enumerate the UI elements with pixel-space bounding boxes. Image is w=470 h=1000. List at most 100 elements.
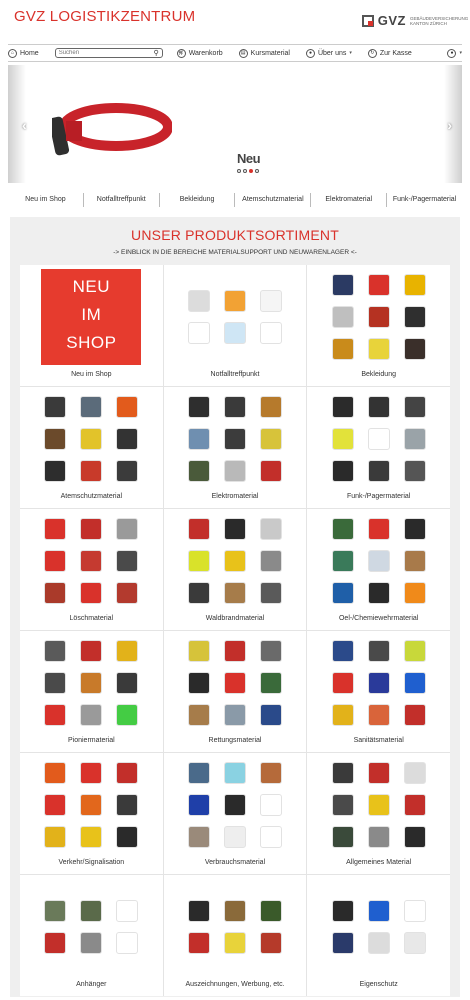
product-thumbnail <box>80 428 103 450</box>
cart-icon: 🛒︎ <box>176 48 186 58</box>
product-thumbnail <box>187 550 210 572</box>
product-tile[interactable]: Pioniermaterial <box>20 631 163 752</box>
nav-home[interactable]: ⌂ Home <box>8 48 39 58</box>
search-icon[interactable]: ⚲ <box>154 49 159 57</box>
product-thumbnail <box>80 396 103 418</box>
product-thumbnail <box>223 518 246 540</box>
product-label: Eigenschutz <box>359 981 398 988</box>
product-image <box>20 391 163 487</box>
gvz-logo[interactable]: GVZ GEBÄUDEVERSICHERUNG KANTON ZÜRICH <box>361 13 468 28</box>
product-tile[interactable]: Löschmaterial <box>20 509 163 630</box>
product-thumbnail <box>187 794 210 816</box>
product-thumbnail <box>223 794 246 816</box>
product-thumbnail <box>116 460 139 482</box>
product-thumbnail <box>367 640 390 662</box>
product-thumbnails <box>44 640 139 726</box>
product-tile[interactable]: Sanitätsmaterial <box>307 631 450 752</box>
product-thumbnail <box>80 550 103 572</box>
product-thumbnail <box>223 704 246 726</box>
account-icon: ● <box>447 48 457 58</box>
product-thumbnail <box>223 290 246 312</box>
product-thumbnail <box>259 640 282 662</box>
product-thumbnail <box>367 672 390 694</box>
product-tile[interactable]: Elektromaterial <box>163 387 307 508</box>
product-image <box>307 269 450 365</box>
slider-next-button[interactable]: › <box>447 117 452 133</box>
product-tile-neu-im-shop[interactable]: NEU IM SHOP Neu im Shop <box>20 265 163 386</box>
slider-dot[interactable] <box>255 169 259 173</box>
product-image <box>307 757 450 853</box>
product-tile[interactable]: Waldbrandmaterial <box>163 509 307 630</box>
product-thumbnail <box>259 460 282 482</box>
product-thumbnail <box>403 306 426 328</box>
product-thumbnail <box>116 428 139 450</box>
tab-notfalltreffpunkt[interactable]: Notfalltreffpunkt <box>84 193 160 207</box>
product-tile[interactable]: Funk-/Pagermaterial <box>307 387 450 508</box>
product-tile[interactable]: Anhänger <box>20 875 163 996</box>
section-subtitle: -> EINBLICK IN DIE BEREICHE MATERIALSUPP… <box>113 249 357 256</box>
nav-course-material[interactable]: ▤ Kursmaterial <box>238 48 290 58</box>
product-thumbnail <box>367 900 390 922</box>
search-input[interactable] <box>58 50 144 56</box>
product-thumbnails <box>331 396 426 482</box>
slider-dot[interactable] <box>243 169 247 173</box>
product-image <box>307 879 450 975</box>
site-brand[interactable]: GVZ LOGISTIKZENTRUM <box>14 8 195 25</box>
search-box[interactable]: ⚲ <box>54 48 163 58</box>
product-tile[interactable]: Verkehr/Signalisation <box>20 753 163 874</box>
product-thumbnail <box>116 826 139 848</box>
product-tile[interactable]: Bekleidung <box>307 265 450 386</box>
product-image <box>307 513 450 609</box>
product-tile[interactable]: Verbrauchsmaterial <box>163 753 307 874</box>
category-tabs: Neu im Shop Notfalltreffpunkt Bekleidung… <box>8 189 462 211</box>
product-thumbnail <box>367 428 390 450</box>
product-thumbnail <box>259 322 282 344</box>
product-thumbnail <box>116 762 139 784</box>
product-thumbnails <box>331 274 426 360</box>
product-thumbnail <box>367 274 390 296</box>
product-image <box>307 391 450 487</box>
product-grid: NEU IM SHOP Neu im Shop Notfalltreffpunk… <box>20 265 450 996</box>
slider-prev-button[interactable]: ‹ <box>22 117 27 133</box>
nav-checkout[interactable]: ↻ Zur Kasse <box>367 48 412 58</box>
nav-cart[interactable]: 🛒︎ Warenkorb <box>176 48 223 58</box>
product-thumbnail <box>403 704 426 726</box>
slider-dot[interactable] <box>237 169 241 173</box>
product-thumbnail <box>187 396 210 418</box>
product-thumbnail <box>403 428 426 450</box>
product-thumbnail <box>259 582 282 604</box>
tab-neu-im-shop[interactable]: Neu im Shop <box>8 193 84 207</box>
product-tile[interactable]: Allgemeines Material <box>307 753 450 874</box>
product-thumbnail <box>331 396 354 418</box>
product-label: Allgemeines Material <box>346 859 412 866</box>
tab-elektromaterial[interactable]: Elektromaterial <box>311 193 388 207</box>
product-tile[interactable]: Auszeichnungen, Werbung, etc. <box>163 875 307 996</box>
product-tile[interactable]: Eigenschutz <box>307 875 450 996</box>
product-image <box>20 635 163 731</box>
product-thumbnail <box>80 582 103 604</box>
product-range-section: UNSER PRODUKTSORTIMENT -> EINBLICK IN DI… <box>10 217 460 997</box>
product-tile[interactable]: Notfalltreffpunkt <box>163 265 307 386</box>
product-image <box>20 757 163 853</box>
product-image <box>164 513 307 609</box>
tab-atemschutzmaterial[interactable]: Atemschutzmaterial <box>235 193 312 207</box>
product-thumbnail <box>223 582 246 604</box>
product-thumbnails <box>331 762 426 848</box>
product-thumbnail <box>187 826 210 848</box>
slider-dot-active[interactable] <box>249 169 253 173</box>
product-thumbnails <box>331 900 426 954</box>
nav-about-label: Über uns <box>317 49 347 57</box>
product-thumbnail <box>80 762 103 784</box>
product-thumbnail <box>367 396 390 418</box>
product-thumbnail <box>403 396 426 418</box>
tab-funk-pagermaterial[interactable]: Funk-/Pagermaterial <box>387 193 462 207</box>
nav-account[interactable]: ● ▾ <box>447 48 462 58</box>
product-tile[interactable]: Rettungsmaterial <box>163 631 307 752</box>
tab-bekleidung[interactable]: Bekleidung <box>160 193 236 207</box>
product-thumbnails <box>44 900 139 954</box>
product-tile[interactable]: Atemschutzmaterial <box>20 387 163 508</box>
product-thumbnail <box>403 900 426 922</box>
product-tile[interactable]: Oel-/Chemiewehrmaterial <box>307 509 450 630</box>
product-thumbnail <box>331 338 354 360</box>
nav-about[interactable]: ● Über uns ▾ <box>305 48 352 58</box>
